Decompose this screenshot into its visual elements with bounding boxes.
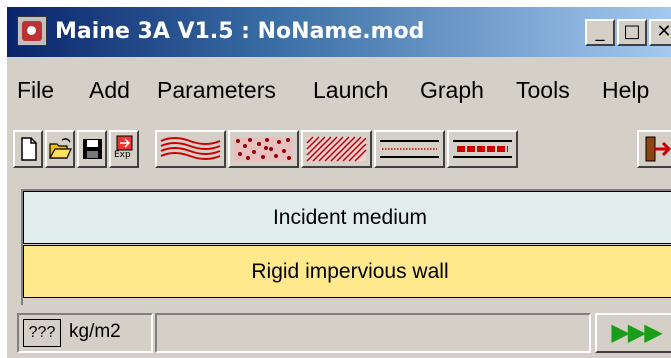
menu-add[interactable]: Add <box>89 77 130 104</box>
new-icon <box>21 137 37 161</box>
exit-door-icon <box>645 136 671 162</box>
unit-value-box[interactable]: ??? <box>23 319 61 347</box>
menu-help[interactable]: Help <box>602 77 649 104</box>
app-logo-icon[interactable] <box>17 16 47 46</box>
export-button[interactable]: Exp <box>109 130 139 168</box>
status-message-panel <box>155 313 591 353</box>
close-button[interactable]: ✕ <box>649 19 671 46</box>
export-icon <box>116 135 133 151</box>
app-window: Maine 3A V1.5 : NoName.mod _ □ ✕ File Ad… <box>6 6 671 358</box>
menu-bar: File Add Parameters Launch Graph Tools H… <box>7 69 671 113</box>
save-icon <box>83 139 102 159</box>
add-granular-layer-button[interactable] <box>228 130 299 168</box>
menu-file[interactable]: File <box>17 77 54 104</box>
toolbar: Exp <box>7 123 671 177</box>
menu-tools[interactable]: Tools <box>516 77 570 104</box>
hatched-layer-icon <box>306 136 367 162</box>
save-file-button[interactable] <box>77 130 107 168</box>
minimize-button[interactable]: _ <box>585 19 615 46</box>
menu-graph[interactable]: Graph <box>420 77 484 104</box>
window-title: Maine 3A V1.5 : NoName.mod <box>55 19 425 44</box>
menu-launch[interactable]: Launch <box>313 77 388 104</box>
title-bar[interactable]: Maine 3A V1.5 : NoName.mod _ □ ✕ <box>7 7 671 57</box>
layer-stack: Incident medium Rigid impervious wall <box>21 189 671 305</box>
open-file-button[interactable] <box>45 130 75 168</box>
red-band-layer-icon <box>453 140 512 158</box>
run-button[interactable]: ▶▶▶ <box>595 313 671 353</box>
add-hatched-layer-button[interactable] <box>301 130 372 168</box>
granular-layer-icon <box>234 137 293 161</box>
thin-film-layer-icon <box>380 140 439 158</box>
add-red-band-layer-button[interactable] <box>447 130 518 168</box>
maximize-button[interactable]: □ <box>617 19 647 46</box>
wavy-layer-icon <box>160 137 221 160</box>
layer-rigid-wall[interactable]: Rigid impervious wall <box>23 245 671 298</box>
add-wavy-layer-button[interactable] <box>155 130 226 168</box>
unit-panel: ??? kg/m2 <box>17 313 153 353</box>
add-thin-film-layer-button[interactable] <box>374 130 445 168</box>
open-icon <box>48 138 72 159</box>
menu-parameters[interactable]: Parameters <box>157 77 276 104</box>
new-file-button[interactable] <box>13 130 43 168</box>
exit-button[interactable] <box>637 130 671 168</box>
status-bar: ??? kg/m2 ▶▶▶ <box>17 313 671 353</box>
unit-label: kg/m2 <box>69 321 121 342</box>
export-label: Exp <box>114 150 131 160</box>
layer-incident-medium[interactable]: Incident medium <box>23 191 671 244</box>
